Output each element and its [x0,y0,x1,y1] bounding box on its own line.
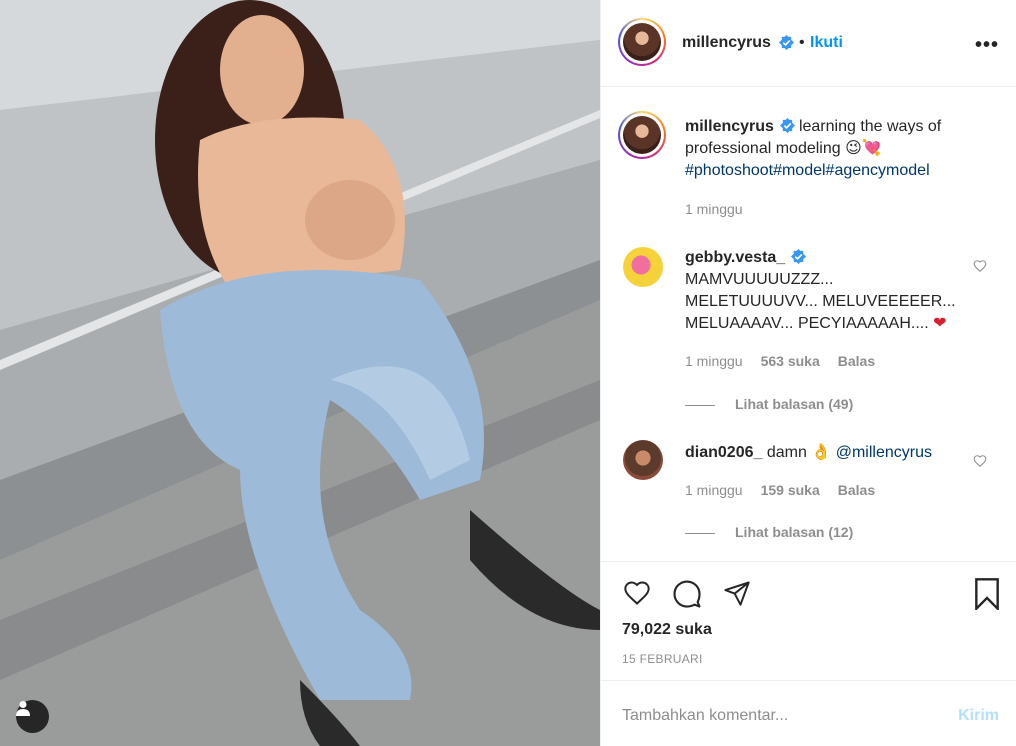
view-replies-button[interactable]: Lihat balasan (12) [685,524,853,540]
user-icon [16,701,30,716]
comment-text: gebby.vesta_ MAMVUUUUUZZZ... MELETUUUUVV… [685,247,975,335]
add-comment-bar: Tambahkan komentar... Kirim [601,680,1016,746]
send-comment-button[interactable]: Kirim [958,707,999,725]
comment-meta: 1 minggu 563 suka Balas [685,353,875,369]
comment-avatar[interactable] [623,440,663,480]
caption-avatar[interactable] [618,111,666,159]
post-likes-count[interactable]: 79,022 suka [622,621,712,639]
view-replies-button[interactable]: Lihat balasan (49) [685,396,853,412]
comment-meta: 1 minggu 159 suka Balas [685,482,875,498]
like-comment-heart-icon[interactable] [973,454,987,468]
like-heart-icon[interactable] [622,579,652,607]
verified-badge-icon [779,35,794,50]
tagged-users-button[interactable] [16,700,49,733]
comment-mention[interactable]: @millencyrus [836,444,932,461]
comment-likes[interactable]: 159 suka [761,482,820,498]
reply-button[interactable]: Balas [838,482,875,498]
comments-list: millencyrus learning the ways of professi… [601,88,1016,560]
heart-emoji: ❤ [933,315,947,332]
header-separator: • [799,34,805,51]
verified-badge-icon [791,249,807,264]
caption-username[interactable]: millencyrus [685,118,774,135]
caption-text: millencyrus learning the ways of professi… [685,116,985,182]
post-details-panel: millencyrus • Ikuti ••• millencyrus learn… [600,0,1016,746]
comment-avatar[interactable] [623,247,663,287]
comment-username[interactable]: dian0206_ [685,444,762,461]
photo-illustration [0,0,600,746]
more-options-icon[interactable]: ••• [975,34,999,57]
comment-emoji: 👌 [811,444,832,461]
comment-username[interactable]: gebby.vesta_ [685,249,785,266]
comment-time[interactable]: 1 minggu [685,482,743,498]
follow-button[interactable]: Ikuti [810,34,843,52]
comment-bubble-icon[interactable] [672,579,702,609]
reply-button[interactable]: Balas [838,353,875,369]
view-replies-label: Lihat balasan (12) [735,524,854,540]
comment-likes[interactable]: 563 suka [761,353,820,369]
comment-input[interactable]: Tambahkan komentar... [622,707,788,725]
caption-hashtags[interactable]: #photoshoot#model#agencymodel [685,162,930,179]
comment-line-1: MAMVUUUUUZZZ... [685,271,834,288]
author-username[interactable]: millencyrus [682,34,771,52]
author-avatar[interactable] [618,18,666,66]
post-header: millencyrus • Ikuti ••• [601,0,1016,87]
comment-line-2: MELETUUUUVV... MELUVEEEEER... [685,293,956,310]
comment-line-3: MELUAAAAV... PECYIAAAAAH.... [685,315,929,332]
caption-time[interactable]: 1 minggu [685,201,743,217]
caption-emoji: 😉💘 [845,140,882,157]
like-comment-heart-icon[interactable] [973,259,987,273]
share-send-icon[interactable] [722,579,752,607]
save-bookmark-icon[interactable] [973,578,1001,610]
post-photo[interactable] [0,0,600,746]
verified-badge-icon [779,118,795,133]
comment-time[interactable]: 1 minggu [685,353,743,369]
view-replies-label: Lihat balasan (49) [735,396,854,412]
post-date[interactable]: 15 FEBRUARI [622,652,703,666]
comment-text: dian0206_ damn 👌 @millencyrus [685,442,975,464]
comment-body: damn [766,444,807,461]
